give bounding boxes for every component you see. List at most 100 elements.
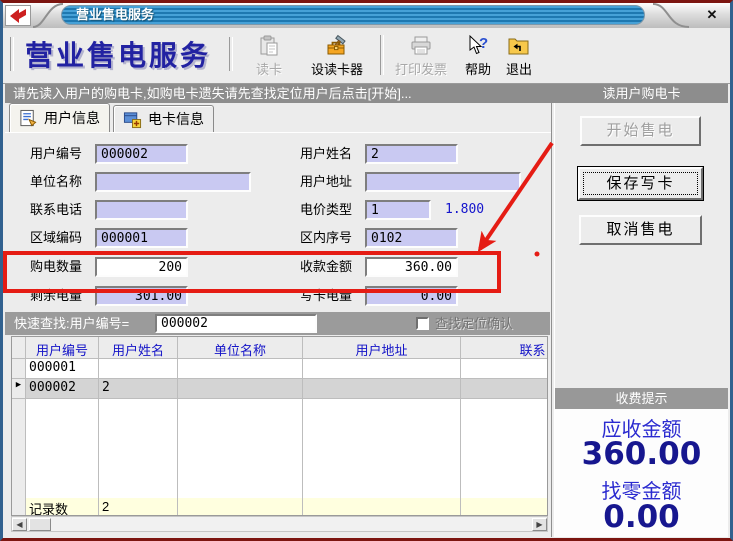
record-count-label: 记录数 xyxy=(26,498,99,516)
remaining-label: 剩余电量 xyxy=(30,286,82,306)
address-field[interactable] xyxy=(365,172,521,192)
col-header-user-id[interactable]: 用户编号 xyxy=(26,337,99,359)
purchase-qty-field[interactable] xyxy=(95,257,188,277)
tab-label: 用户信息 xyxy=(44,108,100,128)
toolbox-icon xyxy=(325,34,349,58)
tab-user-info[interactable]: 用户信息 xyxy=(9,103,110,132)
toolbar-set-reader-button[interactable]: 设读卡器 xyxy=(299,34,375,78)
user-id-field[interactable] xyxy=(95,144,188,164)
change-amount-value: 0.00 xyxy=(555,499,728,535)
cell-address xyxy=(303,379,461,399)
grid-empty-area xyxy=(12,399,547,498)
close-button[interactable]: ✕ xyxy=(703,7,721,23)
cell-user-name xyxy=(99,359,178,379)
toolbar-exit-button[interactable]: 退出 xyxy=(500,34,538,78)
toolbar-button-label: 读卡 xyxy=(256,59,282,78)
user-name-field[interactable] xyxy=(365,144,458,164)
clipboard-icon xyxy=(257,34,281,58)
toolbar-button-label: 打印发票 xyxy=(395,59,447,78)
quick-search-label: 快速查找:用户编号= xyxy=(14,316,129,331)
amount-field[interactable] xyxy=(365,257,458,277)
grid-corner-cell xyxy=(12,337,26,359)
toolbar-button-label: 帮助 xyxy=(465,59,491,78)
user-grid: 用户编号 用户姓名 单位名称 用户地址 联系电话 000001 ▶ 000002… xyxy=(11,336,548,516)
toolbar-read-card-button[interactable]: 读卡 xyxy=(243,34,295,78)
amount-label: 收款金额 xyxy=(300,257,352,277)
toolbar-separator xyxy=(229,37,233,71)
cell-user-name: 2 xyxy=(99,379,178,399)
selected-row-marker-icon: ▶ xyxy=(16,380,21,390)
app-window: 营业售电服务 ✕ 营业售电服务 读卡 xyxy=(0,0,733,541)
grid-hscrollbar: ◀ ▶ xyxy=(11,516,548,532)
cancel-sale-button[interactable]: 取消售电 xyxy=(579,215,702,245)
table-row-selected[interactable]: ▶ 000002 2 xyxy=(12,379,547,399)
locate-confirm-label: 查找定位确认 xyxy=(435,312,513,335)
col-header-user-name[interactable]: 用户姓名 xyxy=(99,337,178,359)
search-input[interactable] xyxy=(155,314,317,333)
tab-page-edge xyxy=(5,132,551,133)
price-type-label: 电价类型 xyxy=(300,200,352,220)
locate-confirm-checkbox[interactable] xyxy=(416,317,429,330)
toolbar-separator xyxy=(380,35,384,75)
region-code-field[interactable] xyxy=(95,228,188,248)
app-logo-icon xyxy=(5,5,31,26)
scroll-left-button[interactable]: ◀ xyxy=(12,518,27,531)
panel-header: 读用户购电卡 xyxy=(555,84,728,103)
cell-phone xyxy=(461,359,548,379)
receivable-amount-value: 360.00 xyxy=(555,436,728,472)
help-cursor-icon: ? xyxy=(466,34,490,58)
cell-user-id: 000001 xyxy=(26,359,99,379)
card-icon xyxy=(123,110,142,129)
printer-icon xyxy=(409,34,433,58)
window-title: 营业售电服务 xyxy=(76,6,644,23)
price-type-field[interactable] xyxy=(365,200,431,220)
col-header-phone[interactable]: 联系电话 xyxy=(461,337,548,359)
cell-address xyxy=(303,359,461,379)
unit-name-field[interactable] xyxy=(95,172,251,192)
status-message: 请先读入用户的购电卡,如购电卡遗失请先查找定位用户后点击[开始]... xyxy=(5,84,557,103)
grid-footer-row: 记录数 2 xyxy=(12,498,547,516)
scroll-thumb[interactable] xyxy=(29,518,51,531)
row-indicator-cell xyxy=(12,359,26,379)
cell-unit-name xyxy=(178,379,303,399)
user-name-label: 用户姓名 xyxy=(300,144,352,164)
cell-user-id: 000002 xyxy=(26,379,99,399)
tab-label: 电卡信息 xyxy=(148,109,204,129)
svg-text:?: ? xyxy=(479,35,488,52)
phone-label: 联系电话 xyxy=(30,200,82,220)
titlebar-curve-left xyxy=(31,3,65,28)
address-label: 用户地址 xyxy=(300,172,352,192)
purchase-qty-label: 购电数量 xyxy=(30,257,82,277)
write-card-label: 写卡电量 xyxy=(300,286,352,306)
user-id-label: 用户编号 xyxy=(30,144,82,164)
titlebar-capsule: 营业售电服务 xyxy=(61,5,645,25)
price-rate-value: 1.800 xyxy=(445,200,484,220)
col-header-address[interactable]: 用户地址 xyxy=(303,337,461,359)
titlebar: 营业售电服务 ✕ xyxy=(3,3,730,29)
toolbar-help-button[interactable]: ? 帮助 xyxy=(459,34,497,78)
row-indicator-cell: ▶ xyxy=(12,379,26,399)
remaining-field[interactable] xyxy=(95,286,188,306)
grid-header-row: 用户编号 用户姓名 单位名称 用户地址 联系电话 xyxy=(12,337,547,359)
serial-no-field[interactable] xyxy=(365,228,458,248)
table-row[interactable]: 000001 xyxy=(12,359,547,379)
exit-folder-icon xyxy=(507,34,531,58)
start-sale-button[interactable]: 开始售电 xyxy=(580,116,701,146)
region-code-label: 区域编码 xyxy=(30,228,82,248)
scroll-right-button[interactable]: ▶ xyxy=(532,518,547,531)
save-write-card-button[interactable]: 保存写卡 xyxy=(578,167,703,200)
toolbar-button-label: 退出 xyxy=(506,59,532,78)
unit-name-label: 单位名称 xyxy=(30,172,82,192)
document-icon xyxy=(19,109,38,128)
col-header-unit-name[interactable]: 单位名称 xyxy=(178,337,303,359)
titlebar-curve-right xyxy=(651,3,691,28)
tab-card-info[interactable]: 电卡信息 xyxy=(113,105,214,132)
record-count-value: 2 xyxy=(99,498,178,516)
fee-notice-header: 收费提示 xyxy=(555,388,728,409)
toolbar: 营业售电服务 读卡 设读卡器 xyxy=(3,28,730,84)
toolbar-button-label: 设读卡器 xyxy=(311,59,363,78)
cell-unit-name xyxy=(178,359,303,379)
write-card-field[interactable] xyxy=(365,286,458,306)
phone-field[interactable] xyxy=(95,200,188,220)
toolbar-print-invoice-button[interactable]: 打印发票 xyxy=(386,34,456,78)
